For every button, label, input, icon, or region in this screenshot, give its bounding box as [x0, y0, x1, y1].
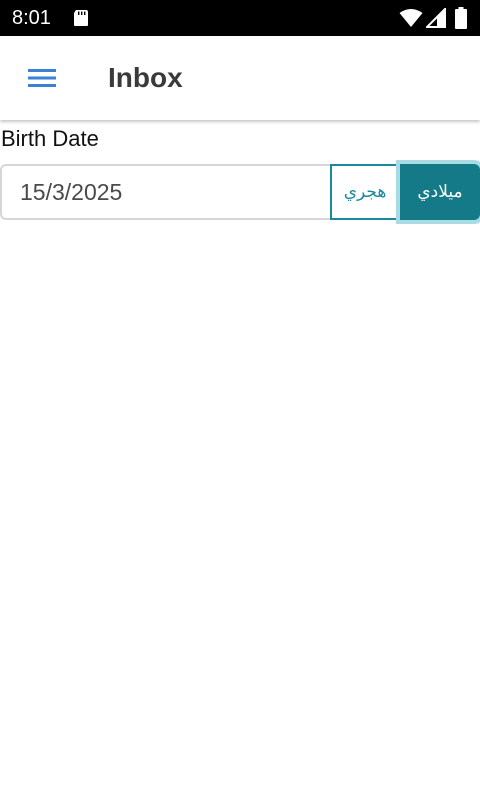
- birth-date-input[interactable]: [0, 164, 330, 220]
- status-bar: 8:01: [0, 0, 480, 36]
- battery-icon: [455, 7, 467, 29]
- wifi-icon: [399, 9, 423, 27]
- hamburger-menu-icon: [28, 69, 56, 87]
- menu-button[interactable]: [18, 56, 66, 100]
- page-title: Inbox: [108, 62, 183, 93]
- app-bar: Inbox: [0, 36, 480, 120]
- gregorian-calendar-button[interactable]: ميلادي: [400, 164, 480, 220]
- sd-card-icon: [74, 10, 88, 26]
- signal-icon: [426, 8, 446, 28]
- status-time: 8:01: [12, 7, 51, 29]
- birth-date-label: Birth Date: [1, 126, 99, 151]
- hijri-calendar-button[interactable]: هجري: [330, 164, 400, 220]
